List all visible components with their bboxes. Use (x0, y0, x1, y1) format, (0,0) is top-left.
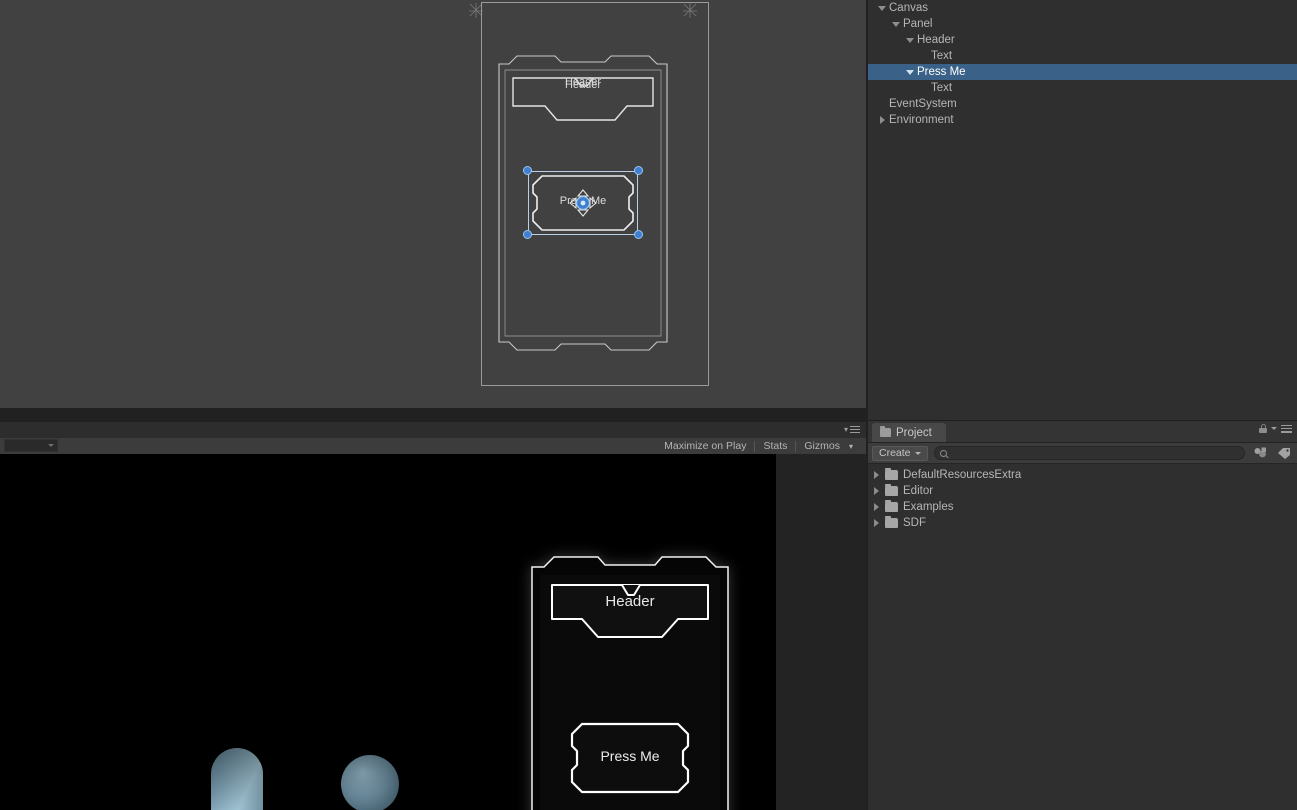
filter-by-type-icon[interactable] (1251, 445, 1269, 461)
game-press-me-button[interactable]: Press Me (570, 722, 690, 794)
hierarchy-tree: Canvas Panel Header Text Press Me Text EventSy… (868, 0, 1297, 128)
chevron-down-icon (914, 451, 921, 455)
hierarchy-row-header[interactable]: Header (868, 32, 1297, 48)
hierarchy-row-eventsystem[interactable]: EventSystem (868, 96, 1297, 112)
hierarchy-panel[interactable]: Canvas Panel Header Text Press Me Text EventSy… (868, 0, 1297, 420)
maximize-on-play-toggle[interactable]: Maximize on Play (657, 439, 753, 454)
game-view-tabbar: ▾ (0, 422, 866, 438)
hierarchy-row-text[interactable]: Text (868, 80, 1297, 96)
folder-icon (885, 515, 898, 528)
tab-project[interactable]: Project (872, 423, 946, 442)
no-expander (918, 48, 930, 64)
hierarchy-row-text[interactable]: Text (868, 48, 1297, 64)
chevron-right-icon[interactable] (874, 519, 879, 527)
folder-icon (885, 483, 898, 496)
folder-icon (885, 467, 898, 480)
project-item-label: SDF (903, 517, 926, 529)
game-view-letterbox (776, 454, 866, 810)
hierarchy-item-label: Press Me (917, 66, 966, 78)
canvas-corner-handle-top-right[interactable] (681, 2, 699, 20)
hierarchy-item-label: Panel (903, 18, 933, 30)
chevron-down-icon[interactable] (890, 16, 902, 32)
game-view-panel[interactable]: ▾ Maximize on Play Stats Gizmos ▾ Header… (0, 422, 866, 810)
game-view-toolbar: ▾ Maximize on Play Stats Gizmos ▾ (0, 422, 866, 455)
no-expander (918, 80, 930, 96)
hierarchy-row-environment[interactable]: Environment (868, 112, 1297, 128)
chevron-right-icon[interactable] (874, 487, 879, 495)
hierarchy-row-panel[interactable]: Panel (868, 16, 1297, 32)
scene-view-panel[interactable]: Header Header Press Me (0, 0, 866, 408)
project-tab-label: Project (896, 426, 932, 439)
gizmos-toggle[interactable]: Gizmos (797, 439, 847, 454)
hierarchy-item-label: Header (917, 34, 955, 46)
game-button-label: Press Me (600, 748, 660, 764)
search-input[interactable] (951, 447, 1244, 459)
game-render-surface[interactable]: Header Press Me (0, 454, 776, 810)
create-button-label: Create (879, 447, 911, 459)
scene-header-label: Header (564, 76, 602, 88)
folder-icon (885, 499, 898, 512)
hierarchy-item-label: EventSystem (889, 98, 957, 110)
hierarchy-item-label: Environment (889, 114, 954, 126)
chevron-down-icon[interactable] (904, 64, 916, 80)
toolbar-divider (795, 440, 797, 452)
chevron-down-icon[interactable] (904, 32, 916, 48)
lock-icon[interactable] (1259, 424, 1267, 433)
search-icon (939, 449, 947, 457)
project-item-sdf[interactable]: SDF (868, 515, 1297, 531)
project-panel[interactable]: Project Create DefaultResourcesExtra Edi… (868, 420, 1297, 810)
hierarchy-row-press-me[interactable]: Press Me (868, 64, 1297, 80)
project-item-label: Examples (903, 501, 954, 513)
gizmos-dropdown-caret[interactable]: ▾ (847, 439, 858, 454)
game-view-toolbar-buttons: Maximize on Play Stats Gizmos ▾ (0, 438, 866, 454)
project-item-editor[interactable]: Editor (868, 483, 1297, 499)
create-button[interactable]: Create (872, 445, 928, 461)
chevron-right-icon[interactable] (874, 471, 879, 479)
toolbar-divider (754, 440, 756, 452)
hierarchy-row-canvas[interactable]: Canvas (868, 0, 1297, 16)
unity-editor-window: Header Header Press Me ▾ Maximize on Pla… (0, 0, 1297, 810)
hamburger-menu-icon[interactable] (1281, 424, 1292, 433)
sphere-object (341, 755, 399, 810)
rect-transform-move-gizmo[interactable] (568, 188, 598, 218)
project-item-defaultresourcesextra[interactable]: DefaultResourcesExtra (868, 467, 1297, 483)
hierarchy-item-label: Text (931, 82, 953, 94)
no-expander (876, 96, 888, 112)
project-tab-bar: Project (868, 421, 1297, 443)
chevron-down-icon[interactable] (1271, 427, 1277, 430)
stats-toggle[interactable]: Stats (756, 439, 794, 454)
filter-by-label-icon[interactable] (1275, 445, 1293, 461)
game-header-label: Header (605, 593, 655, 610)
chevron-right-icon[interactable] (876, 112, 888, 128)
project-search-field[interactable] (933, 446, 1245, 460)
hierarchy-item-label: Text (931, 50, 953, 62)
game-ui-panel-graphic: Header Press Me (530, 537, 730, 810)
chevron-right-icon[interactable] (874, 503, 879, 511)
anchor-handle-bottom-left[interactable] (523, 230, 532, 239)
chevron-down-icon[interactable] (876, 0, 888, 16)
anchor-handle-top-left[interactable] (523, 166, 532, 175)
anchor-handle-bottom-right[interactable] (634, 230, 643, 239)
project-item-examples[interactable]: Examples (868, 499, 1297, 515)
folder-icon (880, 426, 891, 437)
project-toolbar: Create (868, 443, 1297, 464)
canvas-corner-handle-top-left[interactable] (467, 2, 485, 20)
anchor-handle-top-right[interactable] (634, 166, 643, 175)
project-asset-list: DefaultResourcesExtra Editor Examples SDF (868, 464, 1297, 531)
project-item-label: DefaultResourcesExtra (903, 469, 1022, 481)
panel-menu-icon[interactable]: ▾ (842, 424, 860, 435)
project-item-label: Editor (903, 485, 934, 497)
project-tab-tools (1259, 424, 1292, 433)
hierarchy-item-label: Canvas (889, 2, 928, 14)
capsule-object (211, 748, 263, 810)
